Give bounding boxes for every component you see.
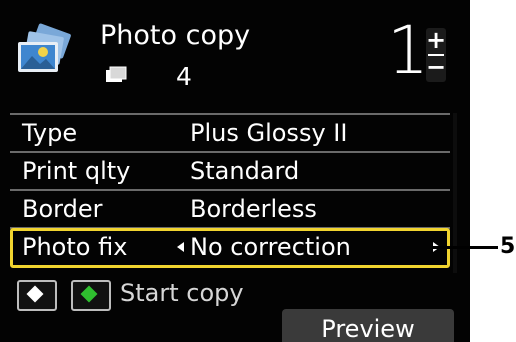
printer-lcd-screen: Photo copy 4 1 + − Type Plus Glossy II P…	[0, 0, 470, 342]
black-start-button[interactable]	[17, 280, 57, 311]
callout-number: 5	[500, 234, 516, 259]
setting-label: Photo fix	[22, 233, 128, 261]
setting-value: Standard	[190, 157, 300, 185]
color-start-icon	[80, 285, 98, 303]
setting-row-type[interactable]: Type Plus Glossy II	[10, 113, 450, 153]
settings-list: Type Plus Glossy II Print qlty Standard …	[10, 113, 450, 268]
paper-sheet-icon	[106, 66, 127, 82]
preview-button[interactable]: Preview	[282, 309, 454, 342]
setting-value: Borderless	[190, 195, 317, 223]
black-start-icon	[26, 285, 44, 303]
setting-row-print-quality[interactable]: Print qlty Standard	[10, 153, 450, 191]
setting-value: No correction	[190, 233, 351, 261]
decrease-copies-button[interactable]: −	[426, 55, 446, 79]
copies-stepper[interactable]: + −	[426, 28, 446, 82]
increase-copies-button[interactable]: +	[426, 28, 446, 52]
callout-line	[432, 246, 498, 249]
setting-row-photo-fix[interactable]: Photo fix No correction	[10, 228, 450, 268]
setting-row-border[interactable]: Border Borderless	[10, 191, 450, 229]
setting-value: Plus Glossy II	[190, 119, 348, 147]
paper-count: 4	[176, 62, 192, 91]
photo-stack-icon	[18, 23, 71, 72]
copies-count: 1	[387, 12, 429, 89]
previous-option-icon[interactable]	[177, 242, 184, 252]
setting-label: Print qlty	[22, 157, 131, 185]
settings-scrollbar[interactable]	[453, 113, 457, 273]
setting-label: Type	[22, 119, 78, 147]
color-start-button[interactable]	[71, 280, 111, 311]
mode-title: Photo copy	[100, 20, 251, 51]
setting-label: Border	[22, 195, 103, 223]
start-copy-label: Start copy	[120, 279, 244, 307]
